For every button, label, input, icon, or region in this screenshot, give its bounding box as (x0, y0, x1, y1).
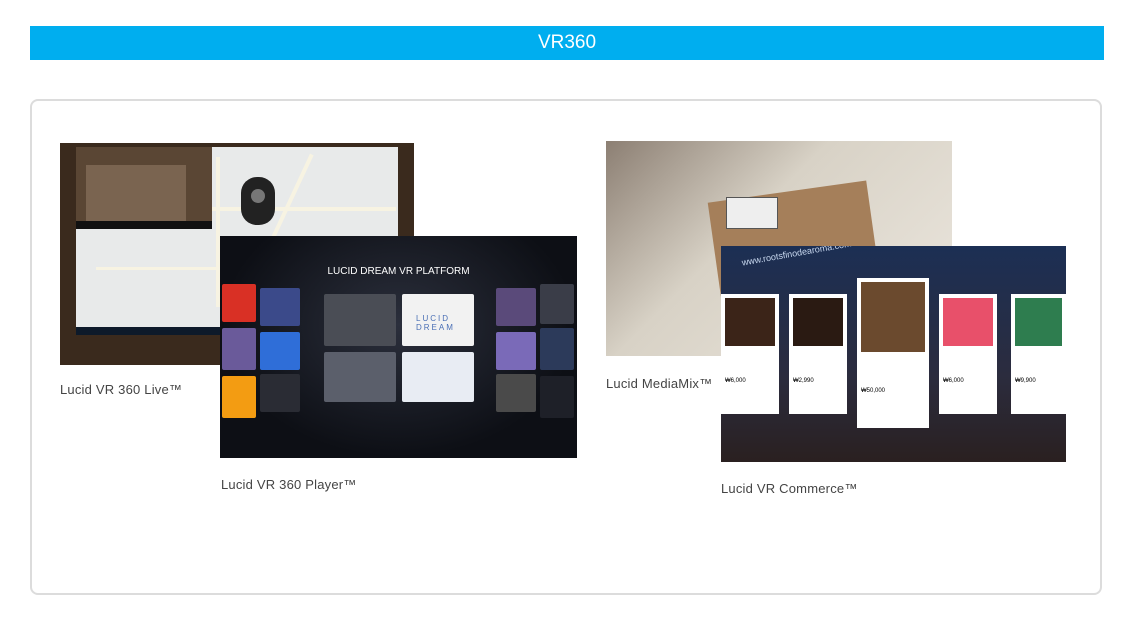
product-card[interactable]: ₩9,900 (1011, 294, 1066, 414)
right-tile-6 (540, 376, 574, 418)
facebook-tile (402, 352, 474, 402)
product-price: ₩50,000 (861, 388, 886, 394)
center-tile-headset (324, 352, 396, 402)
youtube-tile (222, 284, 256, 322)
google-tile (260, 332, 300, 370)
live-video-overlay (76, 147, 212, 229)
vr-camera-device (241, 177, 275, 225)
caption-vr360-live: Lucid VR 360 Live™ (60, 382, 183, 397)
section-title-banner: VR360 (30, 26, 1104, 60)
center-tile-object (324, 294, 396, 346)
right-tile-2 (540, 284, 574, 324)
right-tile-3 (496, 332, 536, 370)
vr-commerce-screenshot[interactable]: www.rootsfinodearoma.com ₩6,000 ₩2,990 ₩… (721, 246, 1066, 462)
lucid-dream-tile: LUCID DREAM (402, 294, 474, 346)
more-tile (260, 374, 300, 412)
section-title: VR360 (537, 32, 597, 53)
product-card-featured[interactable]: ₩50,000 (857, 278, 929, 428)
lucid-dream-logo: LUCID DREAM (416, 314, 455, 332)
amazon-tile (222, 376, 256, 418)
product-card[interactable]: ₩6,000 (939, 294, 997, 414)
product-price: ₩6,000 (943, 378, 964, 384)
product-price: ₩9,900 (1015, 378, 1036, 384)
caption-vr-commerce: Lucid VR Commerce™ (721, 481, 858, 496)
news-tile (260, 288, 300, 326)
booth-sign-text: www.rootsfinodearoma.com (740, 246, 853, 268)
printed-card (726, 197, 778, 229)
vr360-player-screenshot[interactable]: LUCID DREAM VR PLATFORM LUCID DREAM (220, 236, 577, 458)
product-card[interactable]: ₩6,000 (721, 294, 779, 414)
product-price: ₩6,000 (725, 378, 746, 384)
product-card[interactable]: ₩2,990 (789, 294, 847, 414)
right-tile-4 (540, 328, 574, 370)
player-platform-title: LUCID DREAM VR PLATFORM (327, 266, 470, 277)
caption-vr360-player: Lucid VR 360 Player™ (221, 477, 357, 492)
product-price: ₩2,990 (793, 378, 814, 384)
right-tile-1 (496, 288, 536, 326)
right-tile-5 (496, 374, 536, 412)
app-tile (222, 328, 256, 370)
caption-mediamix: Lucid MediaMix™ (606, 376, 713, 391)
